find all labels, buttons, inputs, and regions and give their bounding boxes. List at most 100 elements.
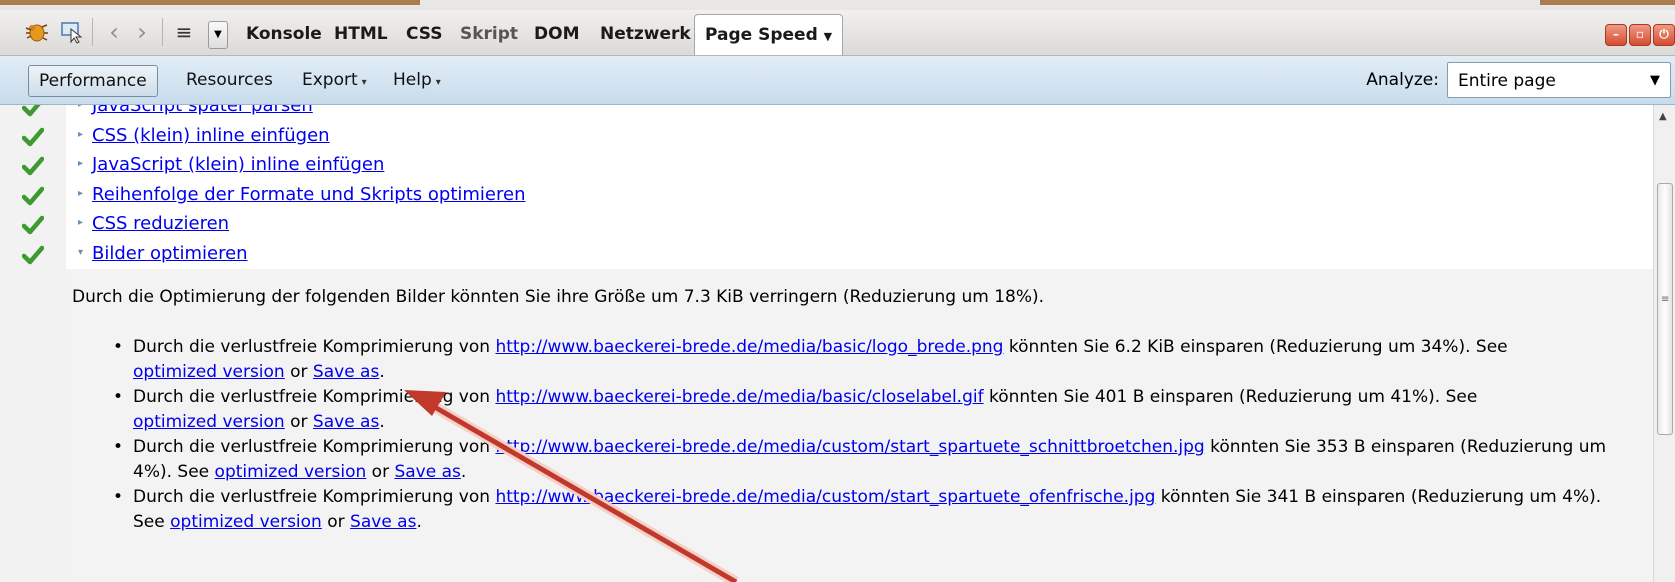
image-url-link[interactable]: http://www.baeckerei-brede.de/media/basi… bbox=[495, 337, 1003, 357]
rule-link[interactable]: JavaScript (klein) inline einfügen bbox=[92, 154, 384, 175]
check-icon bbox=[22, 245, 44, 265]
optimized-version-link[interactable]: optimized version bbox=[133, 362, 285, 382]
window-top-strip bbox=[0, 0, 1675, 10]
tab-css[interactable]: CSS bbox=[396, 20, 453, 48]
collapsed-triangle-icon: ▸ bbox=[78, 158, 84, 169]
optimized-version-link[interactable]: optimized version bbox=[133, 412, 285, 432]
chevron-down-icon: ▼ bbox=[823, 30, 833, 43]
chevron-down-icon: ▾ bbox=[361, 77, 367, 88]
item-prefix: Durch die verlustfreie Komprimierung von bbox=[133, 437, 491, 457]
detail-summary: Durch die Optimierung der folgenden Bild… bbox=[72, 287, 1045, 307]
check-icon bbox=[22, 156, 44, 176]
window-controls: – ▫ ⏻ bbox=[1605, 24, 1675, 46]
rule-row: ▸ CSS (klein) inline einfügen bbox=[0, 123, 1653, 152]
export-menu[interactable]: Export ▾ bbox=[292, 65, 377, 95]
item-saving: könnten Sie 401 B einsparen (Reduzierung… bbox=[988, 387, 1441, 407]
firebug-bug-icon[interactable] bbox=[22, 18, 50, 46]
export-label: Export bbox=[302, 70, 358, 90]
item-or: or bbox=[290, 412, 308, 432]
item-prefix: Durch die verlustfreie Komprimierung von bbox=[133, 337, 491, 357]
rule-row: ▸ CSS reduzieren bbox=[0, 211, 1653, 240]
collapsed-triangle-icon: ▸ bbox=[78, 188, 84, 199]
item-see: See bbox=[177, 462, 210, 482]
check-icon bbox=[22, 105, 41, 117]
item-or: or bbox=[327, 512, 345, 532]
collapsed-triangle-icon: ▸ bbox=[78, 129, 84, 140]
rule-link[interactable]: JavaScript später parsen bbox=[92, 105, 313, 116]
scroll-up-icon[interactable]: ▲ bbox=[1659, 111, 1667, 122]
item-see: See bbox=[1475, 337, 1508, 357]
vertical-scrollbar[interactable]: ▲ ≡ bbox=[1653, 105, 1675, 582]
optimized-version-link[interactable]: optimized version bbox=[215, 462, 367, 482]
tab-html[interactable]: HTML bbox=[324, 20, 398, 48]
rule-row: ▸ Reihenfolge der Formate und Skripts op… bbox=[0, 182, 1653, 211]
grip-icon: ≡ bbox=[1661, 294, 1670, 305]
list-item: • Durch die verlustfreie Komprimierung v… bbox=[113, 335, 1623, 385]
save-as-link[interactable]: Save as bbox=[350, 512, 416, 532]
results-panel: ▸ JavaScript später parsen ▸ CSS (klein)… bbox=[0, 105, 1653, 582]
help-menu[interactable]: Help ▾ bbox=[383, 65, 451, 95]
rule-row: ▸ JavaScript später parsen bbox=[0, 105, 1653, 122]
tab-page-speed-label: Page Speed bbox=[705, 25, 818, 45]
rule-link[interactable]: CSS (klein) inline einfügen bbox=[92, 125, 330, 146]
tab-skript[interactable]: Skript bbox=[450, 20, 528, 48]
chevron-down-icon: ▾ bbox=[435, 77, 441, 88]
optimized-version-link[interactable]: optimized version bbox=[170, 512, 322, 532]
pagespeed-toolbar: Performance Resources Export ▾ Help ▾ Anal… bbox=[0, 56, 1675, 105]
bullet: • bbox=[113, 337, 124, 357]
rule-link[interactable]: CSS reduzieren bbox=[92, 213, 229, 234]
period: . bbox=[379, 412, 385, 432]
top-accent-right bbox=[1540, 0, 1675, 5]
tab-konsole[interactable]: Konsole bbox=[236, 20, 332, 48]
top-accent-left bbox=[0, 0, 420, 5]
list-item: • Durch die verlustfreie Komprimierung v… bbox=[113, 485, 1623, 535]
image-url-link[interactable]: http://www.baeckerei-brede.de/media/basi… bbox=[495, 387, 983, 407]
save-as-link[interactable]: Save as bbox=[313, 412, 379, 432]
help-label: Help bbox=[393, 70, 432, 90]
analyze-value: Entire page bbox=[1458, 71, 1556, 91]
forward-icon[interactable]: › bbox=[128, 18, 156, 46]
close-icon[interactable]: ⏻ bbox=[1653, 24, 1675, 46]
rule-link[interactable]: Bilder optimieren bbox=[92, 243, 248, 264]
expanded-triangle-icon: ▾ bbox=[78, 247, 84, 258]
item-prefix: Durch die verlustfreie Komprimierung von bbox=[133, 387, 491, 407]
back-icon[interactable]: ‹ bbox=[100, 18, 128, 46]
bullet: • bbox=[113, 387, 124, 407]
menu-icon[interactable]: ≡ bbox=[170, 18, 198, 46]
tab-dom[interactable]: DOM bbox=[524, 20, 589, 48]
list-item: • Durch die verlustfreie Komprimierung v… bbox=[113, 435, 1623, 485]
item-saving: könnten Sie 6.2 KiB einsparen (Reduzieru… bbox=[1008, 337, 1471, 357]
minimize-icon[interactable]: – bbox=[1605, 24, 1627, 46]
list-item: • Durch die verlustfreie Komprimierung v… bbox=[113, 385, 1623, 435]
image-list: • Durch die verlustfreie Komprimierung v… bbox=[113, 335, 1623, 535]
image-url-link[interactable]: http://www.baeckerei-brede.de/media/cust… bbox=[495, 487, 1155, 507]
panel-dropdown-icon[interactable]: ▼ bbox=[208, 21, 228, 49]
check-icon bbox=[22, 215, 44, 235]
rule-link[interactable]: Reihenfolge der Formate und Skripts opti… bbox=[92, 184, 525, 205]
performance-button[interactable]: Performance bbox=[28, 65, 158, 97]
item-see: See bbox=[1445, 387, 1478, 407]
toolbar-separator bbox=[92, 18, 93, 46]
image-url-link[interactable]: http://www.baeckerei-brede.de/media/cust… bbox=[495, 437, 1204, 457]
save-as-link[interactable]: Save as bbox=[313, 362, 379, 382]
toolbar-separator bbox=[162, 18, 163, 46]
rule-row: ▸ JavaScript (klein) inline einfügen bbox=[0, 152, 1653, 181]
rule-row: ▾ Bilder optimieren bbox=[0, 241, 1653, 270]
tab-netzwerk[interactable]: Netzwerk bbox=[590, 20, 701, 48]
check-icon bbox=[22, 186, 44, 206]
bullet: • bbox=[113, 437, 124, 457]
collapsed-triangle-icon: ▸ bbox=[78, 217, 84, 228]
item-or: or bbox=[371, 462, 390, 482]
analyze-select[interactable]: Entire page ▼ bbox=[1447, 62, 1671, 98]
item-see: See bbox=[133, 512, 165, 532]
detach-icon[interactable]: ▫ bbox=[1629, 24, 1651, 46]
scroll-thumb[interactable]: ≡ bbox=[1657, 183, 1673, 435]
bullet: • bbox=[113, 487, 124, 507]
check-icon bbox=[22, 127, 44, 147]
resources-button[interactable]: Resources bbox=[176, 65, 283, 95]
period: . bbox=[379, 362, 385, 382]
tab-page-speed[interactable]: Page Speed ▼ bbox=[694, 14, 844, 55]
save-as-link[interactable]: Save as bbox=[394, 462, 460, 482]
item-or: or bbox=[290, 362, 308, 382]
inspect-icon[interactable] bbox=[58, 18, 86, 46]
